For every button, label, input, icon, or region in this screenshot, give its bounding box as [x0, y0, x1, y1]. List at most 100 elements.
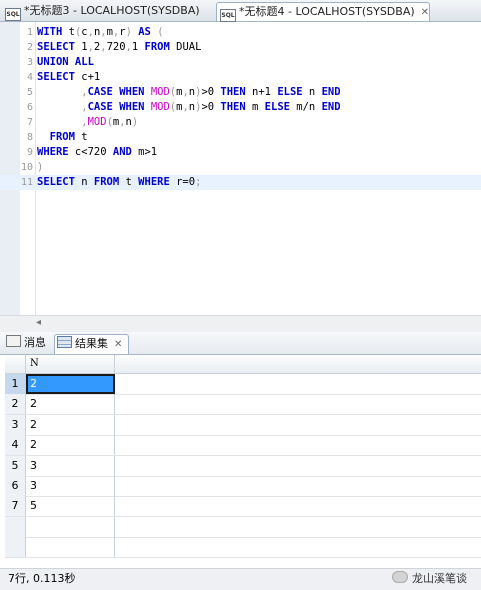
wechat-icon [392, 571, 408, 583]
row-number[interactable]: 7 [5, 496, 26, 517]
sql-token: t [119, 176, 139, 188]
table-row[interactable]: 75 [5, 496, 481, 518]
cell-n[interactable]: 2 [26, 394, 115, 415]
messages-icon [6, 335, 21, 347]
row-number[interactable]: 1 [5, 374, 26, 394]
code-line[interactable]: 4 SELECT c+1 [0, 70, 481, 85]
sql-keyword: SELECT [37, 176, 75, 188]
row-number[interactable]: 6 [5, 476, 26, 496]
code-line[interactable]: 7 ,MOD(m,n) [0, 115, 481, 130]
code-line[interactable]: 9 WHERE c<720 AND m>1 [0, 145, 481, 160]
empty-row [5, 516, 481, 538]
sql-keyword: END [321, 101, 341, 113]
sql-file-icon: SQL [5, 8, 21, 21]
sql-keyword: FROM [144, 41, 170, 53]
sql-keyword: SELECT [37, 71, 75, 83]
line-number: 8 [26, 132, 33, 143]
sql-keyword: UNION ALL [37, 56, 94, 68]
sql-keyword: FROM [93, 176, 120, 188]
sql-token: 1 [74, 41, 88, 53]
cell-n[interactable]: 3 [26, 455, 115, 476]
code-text[interactable]: SELECT c+1 [37, 70, 100, 85]
table-row[interactable]: 32 [5, 414, 481, 436]
sql-token: m>1 [131, 146, 158, 158]
close-icon[interactable]: ✕ [421, 4, 429, 22]
sql-token: r=0 [169, 176, 196, 188]
editor-tab-untitled4[interactable]: SQL *无标题4 - LOCALHOST(SYSDBA) ✕ [216, 2, 430, 22]
row-number[interactable]: 4 [5, 435, 26, 456]
sql-keyword: WHERE [138, 176, 170, 188]
scroll-left-arrow-icon[interactable]: ◂ [36, 316, 41, 330]
sql-keyword: ELSE [264, 101, 290, 113]
column-header-n[interactable]: N [26, 355, 115, 373]
sql-keyword: THEN [220, 101, 246, 113]
code-text[interactable]: WITH t(c,n,m,r) AS ( [37, 25, 164, 40]
table-row[interactable]: 12 [5, 374, 481, 395]
row-number[interactable]: 2 [5, 394, 26, 415]
table-row[interactable]: 53 [5, 455, 481, 477]
sql-token: m/n [289, 101, 322, 113]
code-text[interactable]: WHERE c<720 AND m>1 [37, 145, 157, 160]
line-number: 2 [26, 42, 33, 53]
sql-punctuation: ; [195, 176, 202, 188]
row-number[interactable]: 3 [5, 414, 26, 435]
code-line[interactable]: 8 FROM t [0, 130, 481, 145]
line-number: 4 [26, 72, 33, 83]
tab-result-set[interactable]: 结果集 ✕ [54, 334, 130, 354]
table-row[interactable]: 63 [5, 476, 481, 497]
row-number [5, 516, 26, 537]
cell-n[interactable]: 3 [26, 476, 115, 496]
grid-corner[interactable] [5, 355, 26, 373]
sql-token: t [62, 26, 75, 38]
code-text[interactable]: ,CASE WHEN MOD(m,n)>0 THEN n+1 ELSE n EN… [37, 85, 340, 100]
code-line[interactable]: 5 ,CASE WHEN MOD(m,n)>0 THEN n+1 ELSE n … [0, 85, 481, 100]
line-number: 7 [26, 117, 33, 128]
cell-n[interactable]: 2 [26, 374, 115, 394]
line-number: 6 [26, 102, 33, 113]
sql-editor[interactable]: 1 WITH t(c,n,m,r) AS ( 2 SELECT 1,2,720,1 F… [0, 22, 481, 315]
empty-row [5, 537, 481, 559]
code-text[interactable]: ) [37, 160, 43, 175]
cell-n[interactable]: 2 [26, 435, 115, 456]
sql-token: 1 [131, 41, 145, 53]
cell-n [26, 537, 115, 558]
code-line[interactable]: 10) [0, 160, 481, 175]
table-row[interactable]: 22 [5, 394, 481, 416]
code-line[interactable]: 6 ,CASE WHEN MOD(m,n)>0 THEN m ELSE m/n … [0, 100, 481, 115]
row-number [5, 537, 26, 558]
sql-keyword: SELECT [37, 41, 75, 53]
sql-keyword: CASE WHEN [87, 86, 145, 98]
table-row[interactable]: 42 [5, 435, 481, 457]
tab-messages-label: 消息 [24, 336, 46, 349]
code-text[interactable]: FROM t [37, 130, 88, 145]
close-icon[interactable]: ✕ [114, 336, 122, 354]
sql-token: m [245, 101, 265, 113]
code-text[interactable]: ,MOD(m,n) [37, 115, 138, 130]
editor-horizontal-scrollbar[interactable]: ◂ [0, 315, 481, 332]
code-line[interactable]: 1 WITH t(c,n,m,r) AS ( [0, 25, 481, 40]
code-line[interactable]: 2 SELECT 1,2,720,1 FROM DUAL [0, 40, 481, 55]
code-text[interactable]: UNION ALL [37, 55, 94, 70]
sql-token: n [302, 86, 322, 98]
cell-n[interactable]: 5 [26, 496, 115, 517]
sql-punctuation: ) [37, 161, 44, 173]
sql-function: MOD [150, 86, 170, 98]
code-line[interactable]: 11 SELECT n FROM t WHERE r=0; [0, 175, 481, 190]
row-number[interactable]: 5 [5, 455, 26, 476]
sql-token: t [74, 131, 88, 143]
sql-function: MOD [87, 116, 107, 128]
code-text[interactable]: ,CASE WHEN MOD(m,n)>0 THEN m ELSE m/n EN… [37, 100, 341, 115]
tab-messages[interactable]: 消息 [6, 334, 46, 354]
tab-result-set-label: 结果集 [75, 337, 108, 350]
sql-token: >0 [201, 101, 221, 113]
result-tab-bar: 消息 结果集 ✕ [0, 332, 481, 355]
result-grid[interactable]: N 12223242536375 [5, 355, 481, 565]
editor-tab-untitled3[interactable]: SQL *无标题3 - LOCALHOST(SYSDBA) [2, 2, 212, 21]
code-text[interactable]: SELECT n FROM t WHERE r=0; [37, 175, 201, 190]
grid-table-icon [57, 336, 72, 348]
code-line[interactable]: 3 UNION ALL [0, 55, 481, 70]
sql-keyword: WITH [37, 26, 63, 38]
code-text[interactable]: SELECT 1,2,720,1 FROM DUAL [37, 40, 201, 55]
cell-n[interactable]: 2 [26, 414, 115, 435]
